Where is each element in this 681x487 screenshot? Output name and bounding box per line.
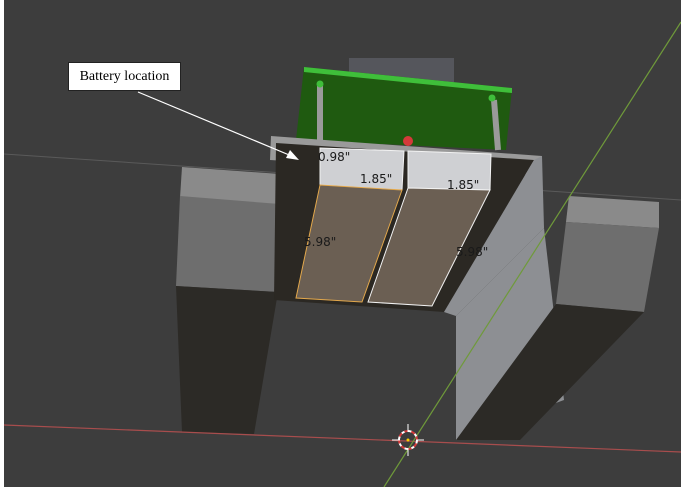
dimension-right-length: 5.98" xyxy=(456,245,489,259)
left-leg xyxy=(176,286,278,434)
x-axis-line xyxy=(4,424,681,453)
battery-location-callout: Battery location xyxy=(68,62,181,91)
standoff-right-cap xyxy=(488,94,496,102)
callout-arrow-line xyxy=(137,91,295,158)
right-block-face xyxy=(556,222,659,312)
standoff-right xyxy=(491,99,501,151)
3d-viewport[interactable]: 0.98" 1.85" 1.85" 5.98" 5.98" Battery lo… xyxy=(4,0,681,487)
dimension-left-length: 5.98" xyxy=(304,235,337,249)
3d-cursor-icon[interactable] xyxy=(392,424,424,456)
red-marker xyxy=(403,136,413,146)
dimension-thickness: 0.98" xyxy=(318,150,351,164)
dimension-left-width: 1.85" xyxy=(360,172,393,186)
dimension-right-width: 1.85" xyxy=(447,178,480,192)
standoff-left-cap xyxy=(316,80,324,88)
